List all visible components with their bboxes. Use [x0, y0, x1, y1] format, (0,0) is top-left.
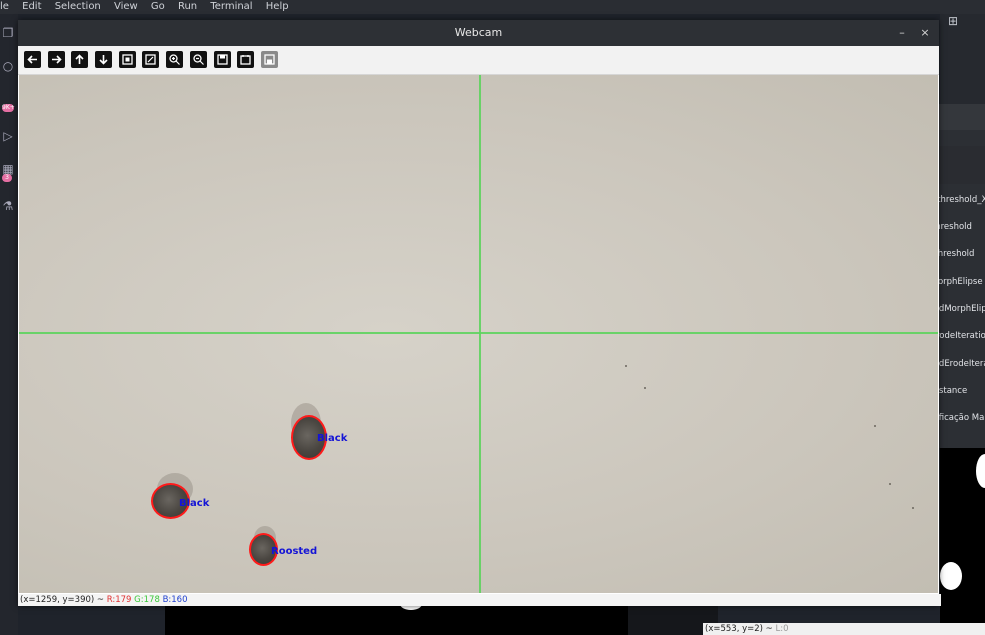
activity-bar: ❐ ○ 9K+ ▷ ▦ 3 ⚗ — [0, 14, 18, 635]
close-button[interactable]: × — [917, 25, 933, 41]
menu-file[interactable]: le — [0, 1, 9, 12]
webcam-window: Webcam – × Black Black Roosted (x=1259, … — [18, 20, 941, 606]
testing-icon[interactable]: ⚗ — [1, 199, 15, 213]
webcam-statusbar: (x=1259, y=390) ~ R:179 G:178 B:160 — [18, 594, 941, 606]
minimize-button[interactable]: – — [894, 25, 910, 41]
webcam-titlebar[interactable]: Webcam – × — [18, 20, 939, 46]
bean-label: Roosted — [271, 546, 318, 557]
menu-view[interactable]: View — [114, 1, 138, 12]
zoom-in-icon[interactable] — [166, 51, 183, 68]
right-mask-window-fragment — [940, 448, 985, 623]
crosshair-horizontal — [19, 332, 938, 334]
speck — [874, 425, 876, 427]
mask-level: L:0 — [775, 624, 789, 634]
menu-edit[interactable]: Edit — [22, 1, 41, 12]
menu-terminal[interactable]: Terminal — [210, 1, 252, 12]
webcam-toolbar — [18, 46, 939, 75]
speck — [644, 387, 646, 389]
properties-icon[interactable] — [237, 51, 254, 68]
speck — [889, 483, 891, 485]
bottom-window-fragment — [165, 605, 705, 635]
pixel-red-value: R:179 — [106, 595, 132, 605]
extensions-badge: 3 — [2, 174, 12, 182]
pixel-green-value: G:178 — [134, 595, 160, 605]
zoom-reset-icon[interactable] — [119, 51, 136, 68]
menu-go[interactable]: Go — [151, 1, 165, 12]
mask-blob — [940, 562, 962, 590]
desktop: le Edit Selection View Go Run Terminal H… — [0, 0, 985, 635]
explorer-icon[interactable]: ❐ — [1, 26, 15, 40]
pan-up-icon[interactable] — [71, 51, 88, 68]
menu-run[interactable]: Run — [178, 1, 197, 12]
bean-label: Black — [317, 433, 348, 444]
bean-label: Black — [179, 498, 210, 509]
save-icon[interactable] — [214, 51, 231, 68]
camera-frame[interactable]: Black Black Roosted — [19, 75, 938, 593]
zoom-out-icon[interactable] — [190, 51, 207, 68]
layout-icon[interactable]: ⊞ — [948, 14, 958, 28]
mask-coords: (x=553, y=2) ~ — [705, 624, 773, 634]
zoom-fit-icon[interactable] — [142, 51, 159, 68]
speck — [625, 365, 627, 367]
save-disabled-icon — [261, 51, 278, 68]
source-control-badge: 9K+ — [2, 104, 15, 112]
webcam-title: Webcam — [454, 26, 503, 39]
pixel-blue-value: B:160 — [162, 595, 188, 605]
run-debug-icon[interactable]: ▷ — [1, 129, 15, 143]
pixel-coords: (x=1259, y=390) ~ — [20, 595, 105, 605]
pan-down-icon[interactable] — [95, 51, 112, 68]
search-icon[interactable]: ○ — [1, 59, 15, 73]
mask-blob — [976, 454, 985, 488]
pan-left-icon[interactable] — [24, 51, 41, 68]
editor-menubar: le Edit Selection View Go Run Terminal H… — [0, 0, 985, 14]
crosshair-vertical — [479, 75, 481, 593]
menu-selection[interactable]: Selection — [55, 1, 101, 12]
menu-help[interactable]: Help — [266, 1, 289, 12]
speck — [912, 507, 914, 509]
mask-window-statusbar: (x=553, y=2) ~ L:0 — [703, 623, 985, 635]
pan-right-icon[interactable] — [48, 51, 65, 68]
